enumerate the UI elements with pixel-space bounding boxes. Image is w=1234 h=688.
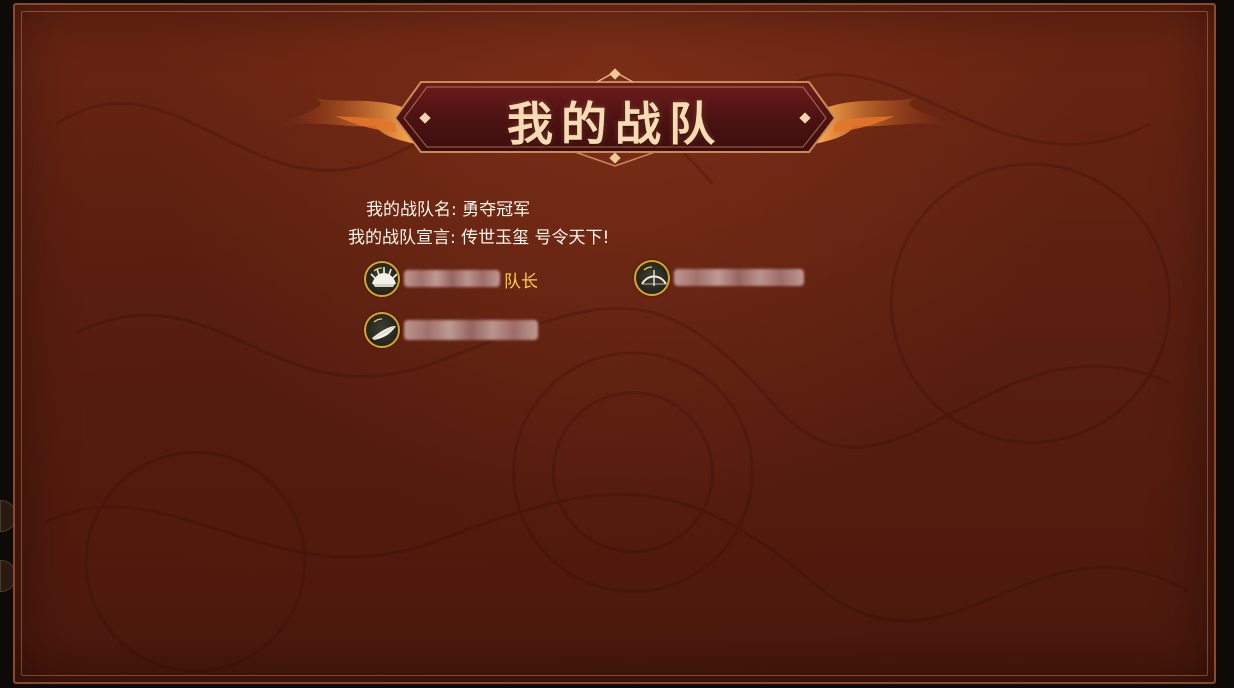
member-name-masked xyxy=(404,320,538,340)
team-slogan-line: 我的战队宣言: 传世玉玺 号令天下! xyxy=(348,223,609,248)
game-screen: 我的战队 我的战队名: 勇夺冠军 我的战队宣言: 传世玉玺 号令天下! 队长 xyxy=(0,0,1234,688)
team-name-value: 勇夺冠军 xyxy=(462,200,531,220)
bow-icon[interactable] xyxy=(634,260,670,296)
feather-icon[interactable] xyxy=(364,312,400,348)
team-member[interactable]: 队长 xyxy=(364,261,564,301)
team-name-label: 我的战队名: xyxy=(366,200,457,220)
team-member[interactable] xyxy=(634,260,809,300)
member-name-masked xyxy=(404,270,500,287)
page-title: 我的战队 xyxy=(507,97,723,151)
captain-badge: 队长 xyxy=(504,272,538,292)
hedgehog-icon[interactable] xyxy=(364,261,400,297)
team-name-line: 我的战队名: 勇夺冠军 xyxy=(366,195,530,220)
team-member[interactable] xyxy=(364,312,544,352)
team-slogan-label: 我的战队宣言: xyxy=(348,228,456,248)
member-name-masked xyxy=(674,269,804,286)
team-slogan-value: 传世玉玺 号令天下! xyxy=(461,228,610,248)
title-banner: 我的战队 xyxy=(275,68,955,168)
